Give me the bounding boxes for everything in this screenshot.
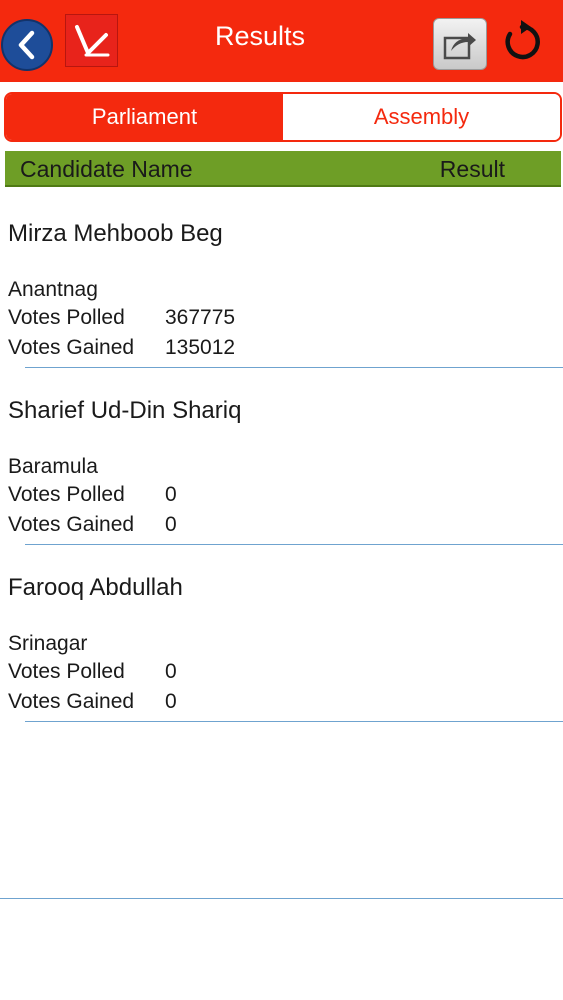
row-divider [25,721,563,722]
votes-gained-label: Votes Gained [8,513,135,536]
list-item[interactable]: Sharief Ud-Din Shariq Baramula Votes Pol… [0,382,563,545]
row-divider [25,367,563,368]
votes-gained-value: 135012 [165,336,236,359]
votes-gained-label: Votes Gained [8,690,135,713]
constituency-name: Anantnag [8,278,98,301]
candidate-name: Sharief Ud-Din Shariq [8,397,242,424]
column-header-result: Result [439,156,505,182]
candidate-name: Farooq Abdullah [8,574,183,601]
constituency-name: Baramula [8,455,98,478]
list-item[interactable]: Farooq Abdullah Srinagar Votes Polled 0 V… [0,559,563,722]
votes-polled-label: Votes Polled [8,660,125,683]
votes-gained-value: 0 [165,513,177,536]
bottom-divider [0,898,563,899]
back-button[interactable] [1,19,53,71]
votes-gained-label: Votes Gained [8,336,135,359]
votes-gained-row: Votes Gained 0 [8,511,177,539]
votes-polled-row: Votes Polled 367775 [8,304,235,332]
tab-assembly[interactable]: Assembly [283,94,560,140]
list-item[interactable]: Mirza Mehboob Beg Anantnag Votes Polled 3… [0,205,563,368]
table-header: Candidate Name Result [5,151,561,187]
votes-gained-row: Votes Gained 135012 [8,334,235,362]
votes-polled-row: Votes Polled 0 [8,481,177,509]
page-title: Results [214,21,306,51]
votes-polled-label: Votes Polled [8,306,125,329]
app-logo [65,14,118,67]
candidate-name: Mirza Mehboob Beg [8,220,223,247]
result-type-segmented-control: Parliament Assembly [4,92,562,142]
votes-polled-value: 0 [165,660,177,683]
tab-parliament[interactable]: Parliament [6,94,283,140]
result-list: Mirza Mehboob Beg Anantnag Votes Polled 3… [0,205,563,736]
votes-polled-value: 0 [165,483,177,506]
column-header-candidate-name: Candidate Name [20,156,193,182]
constituency-name: Srinagar [8,632,88,655]
votes-polled-label: Votes Polled [8,483,125,506]
votes-polled-value: 367775 [165,306,236,329]
app-logo-icon [74,24,109,56]
votes-gained-row: Votes Gained 0 [8,688,177,716]
row-divider [25,544,563,545]
share-button[interactable] [433,18,487,70]
share-icon [443,33,476,60]
refresh-button[interactable] [497,17,547,67]
chevron-left-icon [18,30,35,60]
refresh-icon [505,20,540,60]
votes-polled-row: Votes Polled 0 [8,658,177,686]
votes-gained-value: 0 [165,690,177,713]
app-header: Results [0,0,563,82]
